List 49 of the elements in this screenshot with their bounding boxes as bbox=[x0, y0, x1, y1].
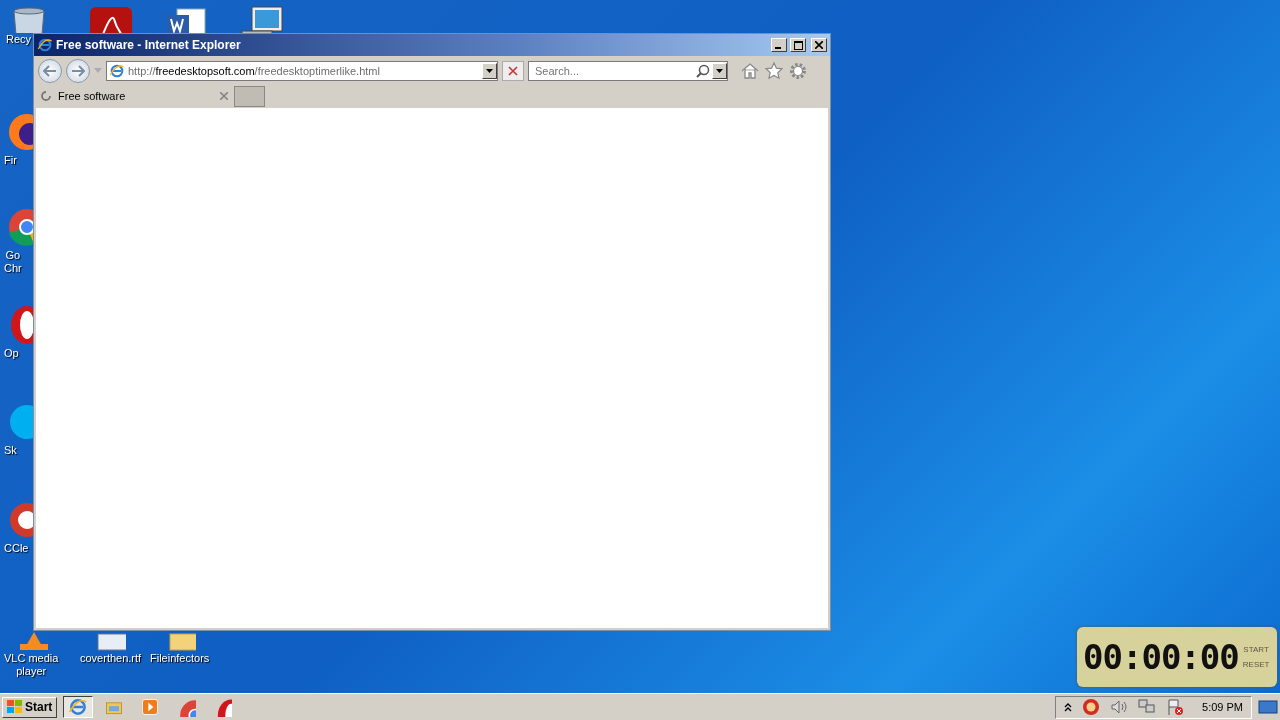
show-desktop-icon[interactable] bbox=[1258, 699, 1278, 715]
media-icon bbox=[140, 697, 161, 717]
network-icon[interactable] bbox=[1138, 698, 1157, 716]
close-button[interactable] bbox=[811, 38, 827, 52]
address-bar[interactable]: http://freedesktopsoft.com/freedesktoptimerlike.html bbox=[106, 60, 498, 81]
new-tab-button[interactable] bbox=[234, 85, 265, 107]
timer-display: 00:00:00 bbox=[1083, 637, 1239, 677]
back-button[interactable] bbox=[38, 58, 62, 83]
desktop-icon-label: Recy bbox=[6, 33, 32, 46]
desktop-icon-label: Fileinfectors bbox=[150, 652, 210, 665]
pdf-icon[interactable] bbox=[88, 5, 134, 33]
forward-button[interactable] bbox=[66, 58, 90, 83]
close-tab-icon[interactable] bbox=[220, 92, 228, 100]
stop-icon bbox=[508, 65, 518, 76]
caret-icon bbox=[716, 68, 723, 73]
reset-timer-button[interactable]: RESET bbox=[1242, 660, 1270, 669]
address-dropdown-button[interactable] bbox=[482, 62, 497, 79]
taskbar-button[interactable] bbox=[63, 696, 94, 718]
search-dropdown-button[interactable] bbox=[712, 62, 727, 79]
desktop-icon-label: Sk bbox=[4, 444, 17, 457]
desktop-icon-label: CCle bbox=[4, 542, 29, 555]
close-icon bbox=[815, 41, 823, 49]
desktop-icon-label: Go Chr bbox=[4, 249, 22, 275]
desktop-icon-label: VLC media player bbox=[4, 652, 59, 678]
start-timer-button[interactable]: START bbox=[1242, 645, 1270, 654]
desktop-icon-label: Op bbox=[4, 347, 19, 360]
maximize-button[interactable] bbox=[790, 38, 806, 52]
clock-time[interactable]: 5:09 PM bbox=[1202, 701, 1243, 713]
search-icon[interactable] bbox=[696, 63, 710, 78]
search-bar[interactable]: Search... bbox=[528, 60, 728, 81]
maximize-icon bbox=[793, 40, 803, 50]
minimize-button[interactable] bbox=[771, 38, 787, 52]
windows-logo-icon bbox=[7, 700, 23, 714]
speaker-icon[interactable] bbox=[1110, 698, 1129, 716]
stop-button[interactable] bbox=[502, 60, 524, 81]
ie-logo-icon bbox=[109, 62, 125, 79]
forward-arrow-icon bbox=[71, 64, 85, 77]
ie-logo-icon bbox=[37, 37, 53, 53]
ie-icon bbox=[68, 697, 89, 717]
back-arrow-icon bbox=[43, 64, 57, 77]
caret-icon bbox=[486, 68, 493, 73]
settings-icon[interactable] bbox=[788, 60, 808, 81]
start-button[interactable]: Start bbox=[2, 696, 58, 718]
desktop-icon-label: Fir bbox=[4, 154, 17, 167]
window-title: Free software - Internet Explorer bbox=[56, 38, 242, 52]
flag-error-icon[interactable] bbox=[1166, 698, 1185, 716]
star-icon[interactable] bbox=[764, 60, 784, 81]
desktop-icon-label: coverthen.rtf bbox=[80, 652, 142, 665]
chevron-up-icon[interactable] bbox=[1064, 702, 1073, 712]
